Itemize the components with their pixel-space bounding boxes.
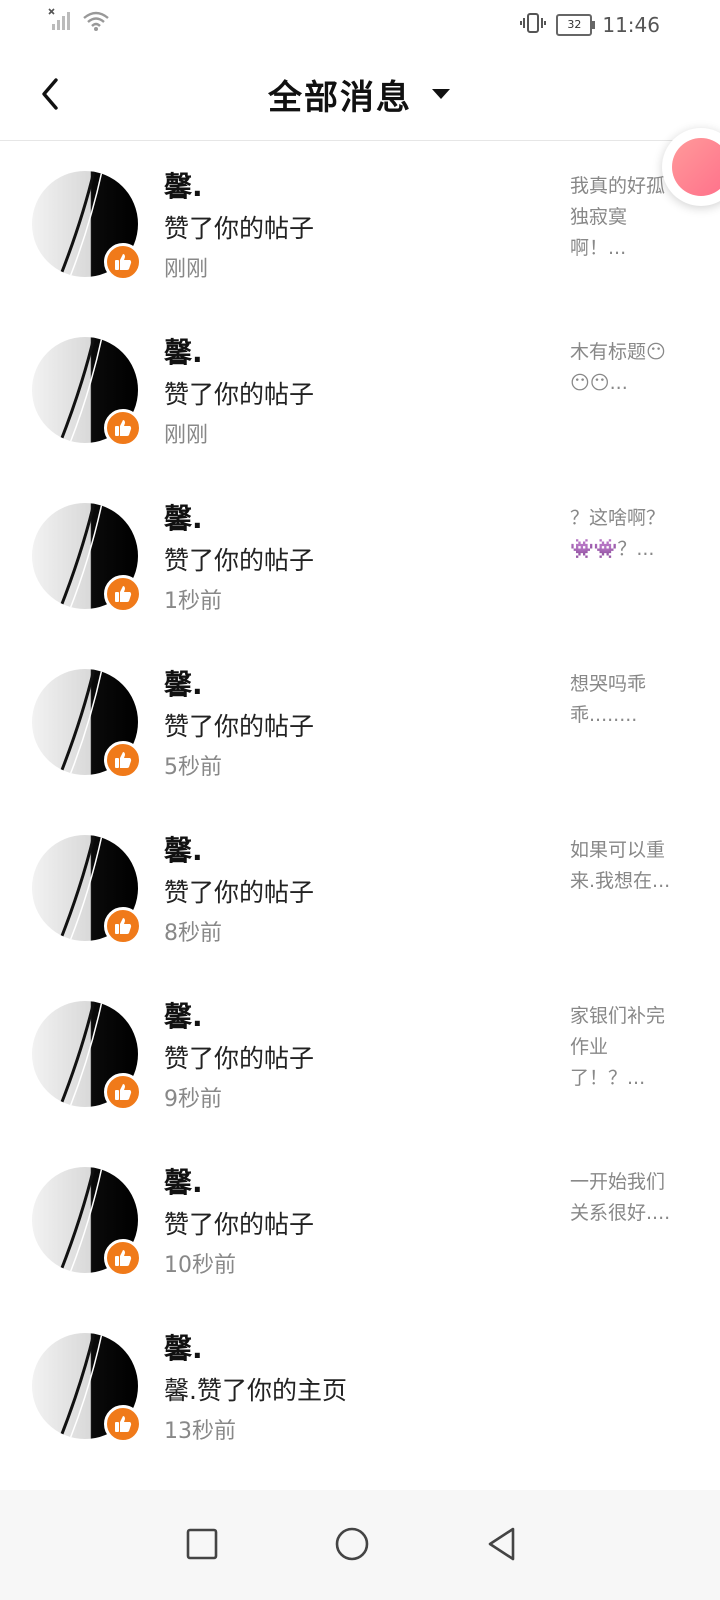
battery-icon: 32 [556,14,596,36]
action-text: 赞了你的帖子 [164,214,315,243]
recent-apps-button[interactable] [178,1520,226,1568]
caret-down-icon [432,89,450,99]
post-preview[interactable]: 我真的好孤独寂寞啊！... [570,171,682,264]
user-name[interactable]: 馨. [164,497,203,537]
status-right: 32 11:46 [520,12,660,38]
vibrate-icon [520,11,547,40]
action-text: 赞了你的帖子 [164,712,315,741]
square-recent-apps-icon [186,1528,218,1560]
message-row[interactable]: 馨. 赞了你的帖子 刚刚 木有标题😶😶😶... [0,307,720,473]
post-preview[interactable]: 如果可以重来.我想在... [570,835,682,897]
thumbs-up-icon [104,1405,142,1443]
thumbs-up-icon [104,741,142,779]
message-row[interactable]: 馨. 赞了你的帖子 1秒前 ？这啥啊？👾👾？... [0,473,720,639]
thumbs-up-icon [104,907,142,945]
triangle-back-icon [488,1527,515,1561]
post-preview[interactable]: 想哭吗乖乖........ [570,669,682,731]
time-text: 1秒前 [164,589,222,614]
message-row[interactable]: 馨. 赞了你的帖子 刚刚 我真的好孤独寂寞啊！... [0,141,720,307]
time-text: 10秒前 [164,1253,236,1278]
thumbs-up-icon [104,243,142,281]
time-text: 13秒前 [164,1419,236,1444]
message-row[interactable]: 馨. 赞了你的帖子 9秒前 家银们补完作业了！？... [0,971,720,1137]
thumbs-up-icon [104,1073,142,1111]
user-name[interactable]: 馨. [164,663,203,703]
wifi-icon [82,10,110,36]
thumbs-up-icon [104,409,142,447]
time-text: 刚刚 [164,257,209,282]
header: 全部消息 [0,48,720,141]
title-dropdown[interactable]: 全部消息 [0,70,720,118]
user-name[interactable]: 馨. [164,829,203,869]
action-text: 赞了你的帖子 [164,546,315,575]
action-text: 赞了你的帖子 [164,1210,315,1239]
status-time: 11:46 [602,13,660,37]
message-row[interactable]: 馨. 赞了你的帖子 8秒前 如果可以重来.我想在... [0,805,720,971]
message-list: 馨. 赞了你的帖子 刚刚 我真的好孤独寂寞啊！... 馨. 赞了你的帖子 刚刚 … [0,141,720,1469]
status-left [48,8,110,36]
user-name[interactable]: 馨. [164,165,203,205]
page-title: 全部消息 [268,77,412,118]
time-text: 8秒前 [164,921,222,946]
post-preview[interactable]: 家银们补完作业了！？... [570,1001,682,1094]
system-nav-bar [0,1490,720,1600]
thumbs-up-icon [104,575,142,613]
post-preview[interactable]: 一开始我们关系很好.... [570,1167,682,1229]
time-text: 5秒前 [164,755,222,780]
circle-home-icon [335,1527,369,1561]
signal-off-icon [48,8,74,36]
user-name[interactable]: 馨. [164,995,203,1035]
user-name[interactable]: 馨. [164,331,203,371]
time-text: 刚刚 [164,423,209,448]
message-row[interactable]: 馨. 赞了你的帖子 5秒前 想哭吗乖乖........ [0,639,720,805]
time-text: 9秒前 [164,1087,222,1112]
post-preview[interactable]: 木有标题😶😶😶... [570,337,682,399]
thumbs-up-icon [104,1239,142,1277]
status-bar: 32 11:46 [0,0,720,48]
message-row[interactable]: 馨. 赞了你的帖子 10秒前 一开始我们关系很好.... [0,1137,720,1303]
user-name[interactable]: 馨. [164,1161,203,1201]
action-text: 馨.赞了你的主页 [164,1376,347,1405]
action-text: 赞了你的帖子 [164,380,315,409]
nav-back-button[interactable] [478,1520,526,1568]
home-button[interactable] [328,1520,376,1568]
message-row[interactable]: 馨. 馨.赞了你的主页 13秒前 [0,1303,720,1469]
action-text: 赞了你的帖子 [164,1044,315,1073]
action-text: 赞了你的帖子 [164,878,315,907]
user-name[interactable]: 馨. [164,1327,203,1367]
post-preview[interactable]: ？这啥啊？👾👾？... [570,503,682,565]
